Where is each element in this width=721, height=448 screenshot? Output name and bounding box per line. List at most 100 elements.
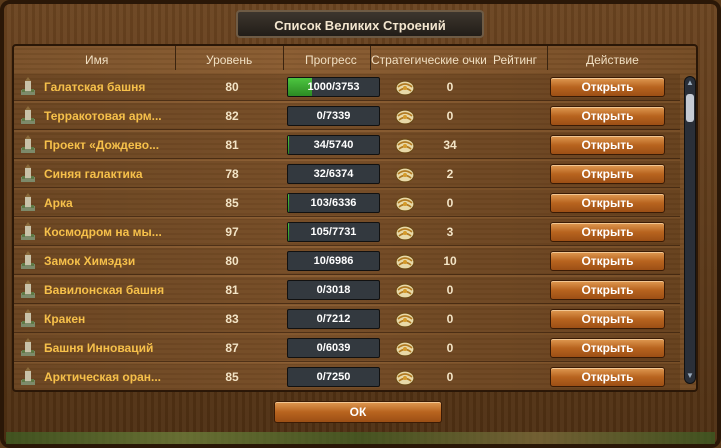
building-level: 85 bbox=[225, 196, 239, 210]
strategy-points-value: 0 bbox=[446, 312, 454, 326]
column-divider bbox=[175, 46, 176, 70]
building-name[interactable]: Арка bbox=[44, 190, 73, 217]
progress-text: 32/6374 bbox=[313, 168, 354, 180]
building-level: 80 bbox=[225, 254, 239, 268]
building-name[interactable]: Проект «Дождево... bbox=[44, 132, 159, 159]
scroll-down-arrow-icon[interactable]: ▼ bbox=[686, 372, 694, 380]
building-level: 78 bbox=[225, 167, 239, 181]
table-row: Терракотовая арм... 82 0/7339 0 Открыть bbox=[14, 103, 680, 130]
progress-bar: 0/7250 bbox=[287, 367, 380, 387]
open-button[interactable]: Открыть bbox=[550, 280, 665, 300]
building-level: 81 bbox=[225, 138, 239, 152]
progress-text: 1000/3753 bbox=[307, 81, 360, 93]
spaceport-icon bbox=[18, 222, 38, 242]
rain-project-icon bbox=[18, 135, 38, 155]
progress-bar: 32/6374 bbox=[287, 164, 380, 184]
arctic-orangery-icon bbox=[18, 367, 38, 387]
strategy-points-value: 0 bbox=[446, 196, 454, 210]
table-row: Арктическая оран... 85 0/7250 0 Открыть bbox=[14, 364, 680, 391]
forge-points-icon bbox=[394, 368, 416, 388]
building-name[interactable]: Синяя галактика bbox=[44, 161, 143, 188]
column-divider bbox=[547, 46, 548, 70]
strategy-points-value: 34 bbox=[443, 138, 457, 152]
progress-bar: 1000/3753 bbox=[287, 77, 380, 97]
table-row: Вавилонская башня 81 0/3018 0 Открыть bbox=[14, 277, 680, 304]
building-level: 97 bbox=[225, 225, 239, 239]
forge-points-icon bbox=[394, 252, 416, 272]
building-name[interactable]: Вавилонская башня bbox=[44, 277, 164, 304]
building-level: 87 bbox=[225, 341, 239, 355]
progress-text: 10/6986 bbox=[313, 255, 354, 267]
column-divider bbox=[283, 46, 284, 70]
forge-points-icon bbox=[394, 107, 416, 127]
progress-bar: 10/6986 bbox=[287, 251, 380, 271]
progress-text: 0/3018 bbox=[316, 284, 351, 296]
open-button[interactable]: Открыть bbox=[550, 309, 665, 329]
column-header-action: Действие bbox=[586, 53, 639, 67]
scrollbar[interactable] bbox=[684, 76, 696, 384]
column-header-rating: Рейтинг bbox=[493, 53, 538, 67]
progress-text: 34/5740 bbox=[313, 139, 354, 151]
open-button[interactable]: Открыть bbox=[550, 106, 665, 126]
building-name[interactable]: Галатская башня bbox=[44, 74, 145, 101]
progress-text: 0/6039 bbox=[316, 342, 351, 354]
open-button[interactable]: Открыть bbox=[550, 222, 665, 242]
open-button[interactable]: Открыть bbox=[550, 77, 665, 97]
scroll-up-arrow-icon[interactable]: ▲ bbox=[686, 79, 694, 87]
building-name[interactable]: Замок Химэдзи bbox=[44, 248, 135, 275]
building-level: 83 bbox=[225, 312, 239, 326]
progress-text: 0/7250 bbox=[316, 371, 351, 383]
open-button[interactable]: Открыть bbox=[550, 164, 665, 184]
galaxy-icon bbox=[18, 164, 38, 184]
progress-bar: 0/7339 bbox=[287, 106, 380, 126]
table-row: Кракен 83 0/7212 0 Открыть bbox=[14, 306, 680, 333]
building-level: 82 bbox=[225, 109, 239, 123]
building-name[interactable]: Башня Инноваций bbox=[44, 335, 153, 362]
building-name[interactable]: Арктическая оран... bbox=[44, 364, 161, 391]
strategy-points-value: 10 bbox=[443, 254, 457, 268]
table-row: Арка 85 103/6336 0 Открыть bbox=[14, 190, 680, 217]
open-button[interactable]: Открыть bbox=[550, 135, 665, 155]
kraken-icon bbox=[18, 309, 38, 329]
scrollbar-thumb[interactable] bbox=[686, 94, 694, 122]
forge-points-icon bbox=[394, 339, 416, 359]
strategy-points-value: 2 bbox=[446, 167, 454, 181]
table-row: Синяя галактика 78 32/6374 2 Открыть bbox=[14, 161, 680, 188]
progress-bar: 103/6336 bbox=[287, 193, 380, 213]
strategy-points-value: 0 bbox=[446, 109, 454, 123]
progress-bar: 0/6039 bbox=[287, 338, 380, 358]
table-row: Проект «Дождево... 81 34/5740 34 Открыть bbox=[14, 132, 680, 159]
column-header-progress: Прогресс bbox=[305, 53, 357, 67]
arc-icon bbox=[18, 193, 38, 213]
open-button[interactable]: Открыть bbox=[550, 251, 665, 271]
open-button[interactable]: Открыть bbox=[550, 338, 665, 358]
babel-tower-icon bbox=[18, 280, 38, 300]
progress-text: 0/7339 bbox=[316, 110, 351, 122]
strategy-points-value: 0 bbox=[446, 283, 454, 297]
army-icon bbox=[18, 106, 38, 126]
progress-text: 0/7212 bbox=[316, 313, 351, 325]
table-row: Башня Инноваций 87 0/6039 0 Открыть bbox=[14, 335, 680, 362]
open-button[interactable]: Открыть bbox=[550, 367, 665, 387]
progress-bar: 0/7212 bbox=[287, 309, 380, 329]
building-name[interactable]: Кракен bbox=[44, 306, 85, 333]
progress-bar: 105/7731 bbox=[287, 222, 380, 242]
building-level: 85 bbox=[225, 370, 239, 384]
column-header-level: Уровень bbox=[206, 53, 253, 67]
forge-points-icon bbox=[394, 78, 416, 98]
window-title: Список Великих Строений bbox=[236, 10, 484, 38]
open-button[interactable]: Открыть bbox=[550, 193, 665, 213]
forge-points-icon bbox=[394, 194, 416, 214]
bottom-decoration bbox=[6, 432, 715, 444]
forge-points-icon bbox=[394, 310, 416, 330]
building-name[interactable]: Космодром на мы... bbox=[44, 219, 162, 246]
ok-button[interactable]: ОК bbox=[274, 401, 442, 423]
column-header-strategy-points: Стратегические очки bbox=[371, 53, 487, 67]
building-level: 81 bbox=[225, 283, 239, 297]
progress-text: 103/6336 bbox=[310, 197, 357, 209]
strategy-points-value: 0 bbox=[446, 341, 454, 355]
strategy-points-value: 3 bbox=[446, 225, 454, 239]
forge-points-icon bbox=[394, 165, 416, 185]
innovation-tower-icon bbox=[18, 338, 38, 358]
building-name[interactable]: Терракотовая арм... bbox=[44, 103, 162, 130]
